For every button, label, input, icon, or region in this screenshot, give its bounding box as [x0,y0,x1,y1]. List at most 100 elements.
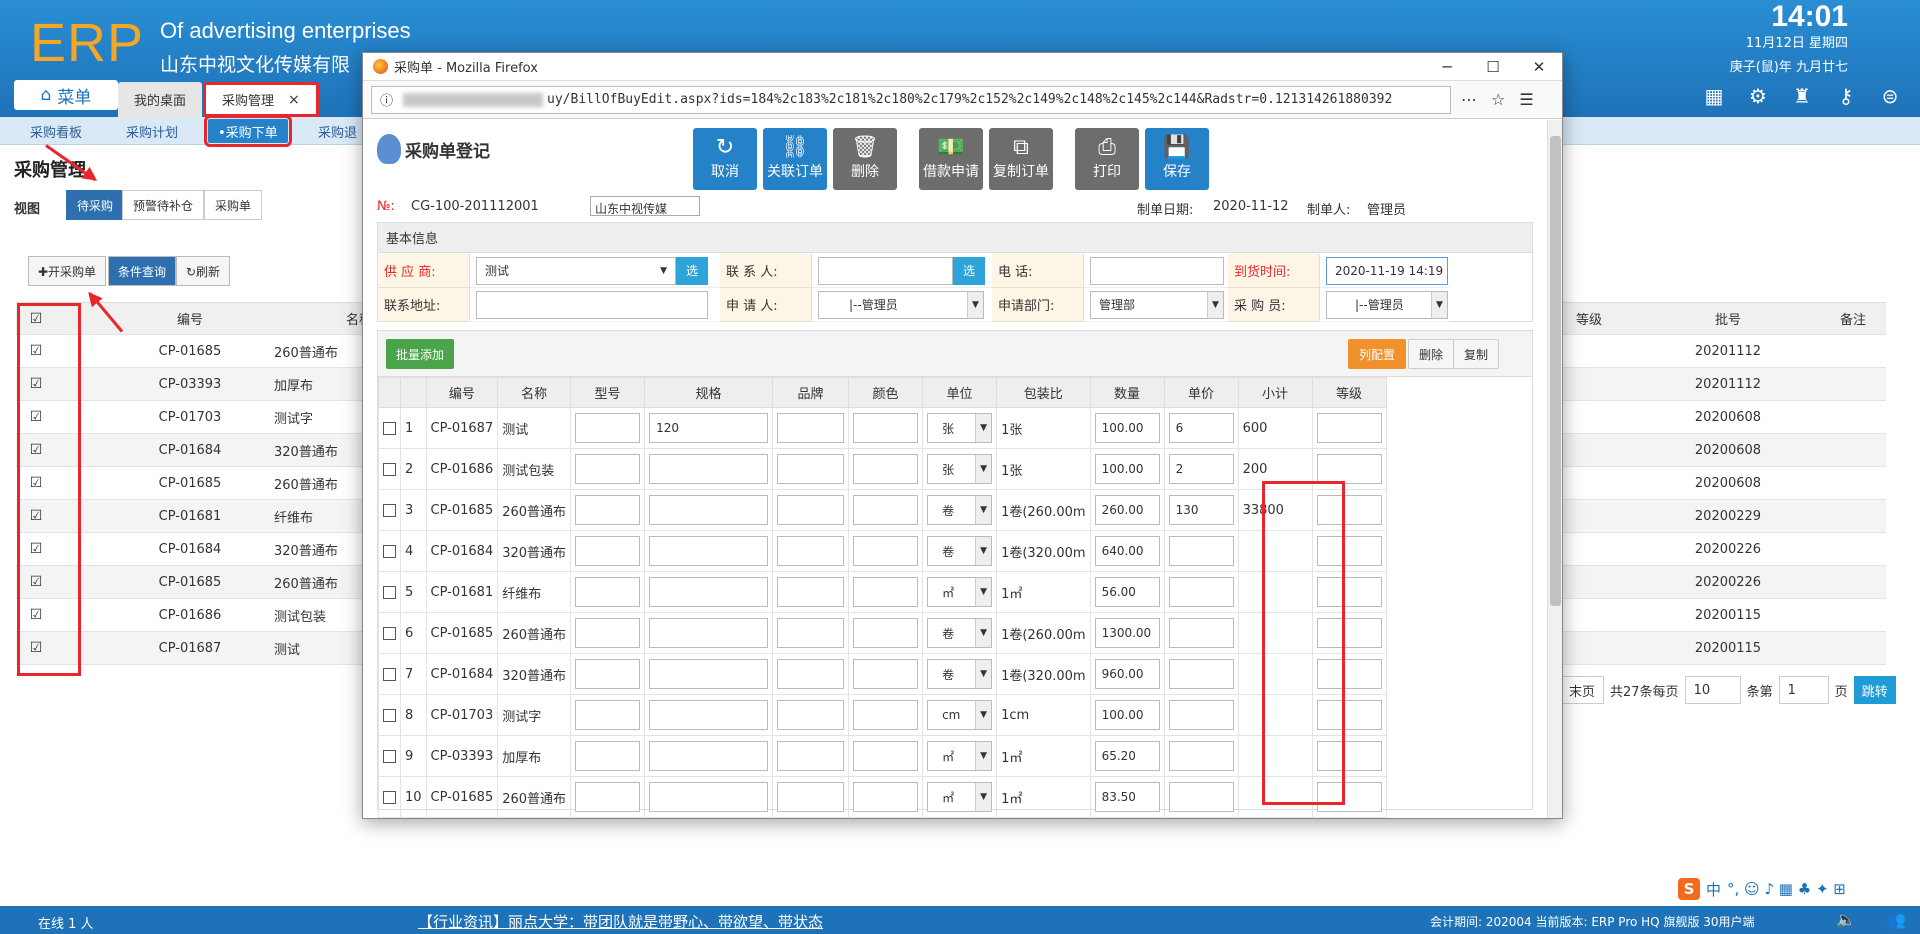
arrival-time-input[interactable]: 2020-11-19 14:19 [1326,256,1448,285]
batch-add-button[interactable]: 批量添加 [386,339,455,369]
spec-input[interactable] [649,618,769,648]
model-input[interactable] [575,782,641,812]
color-input[interactable] [853,659,919,689]
spec-input[interactable] [649,577,769,607]
minimize-icon[interactable]: ─ [1424,53,1470,81]
save-button[interactable]: 💾 保存 [1145,128,1209,190]
scrollbar-thumb[interactable] [1550,136,1561,606]
brand-input[interactable] [777,577,845,607]
model-input[interactable] [575,536,641,566]
qty-input[interactable]: 640.00 [1094,536,1160,566]
brand-input[interactable] [777,659,845,689]
unit-select[interactable]: 卷 ▼ [927,495,993,525]
unit-select[interactable]: 卷 ▼ [927,659,993,689]
brand-input[interactable] [777,413,845,443]
price-input[interactable] [1168,782,1234,812]
brand-input[interactable] [777,618,845,648]
color-input[interactable] [853,618,919,648]
model-input[interactable] [575,700,641,730]
news-link[interactable]: 【行业资讯】丽点大学：带团队就是带野心、带欲望、带状态 [418,911,823,932]
price-input[interactable] [1168,741,1234,771]
unit-select[interactable]: 卷 ▼ [927,618,993,648]
go-button[interactable]: 跳转 [1853,676,1896,704]
column-config-button[interactable]: 列配置 [1348,339,1407,369]
level-input[interactable] [1316,454,1382,484]
delete-line-button[interactable]: 删除 [1408,339,1455,369]
refresh-button[interactable]: ↻刷新 [176,256,231,286]
level-input[interactable] [1316,413,1382,443]
row-checkbox[interactable] [383,585,396,599]
link-order-button[interactable]: ⛓ 关联订单 [763,128,827,190]
applicant-select[interactable]: |--管理员 ▼ [818,290,984,319]
price-input[interactable]: 130 [1168,495,1234,525]
qty-input[interactable]: 100.00 [1094,454,1160,484]
new-purchase-order-button[interactable]: ✚开采购单 [28,256,107,286]
color-input[interactable] [853,782,919,812]
qty-input[interactable]: 65.20 [1094,741,1160,771]
subnav-purchase-return[interactable]: 采购退 [318,122,357,141]
contact-pick-button[interactable]: 选 [953,256,985,285]
row-checkbox[interactable] [383,503,396,517]
gear-icon[interactable]: ⚙ [1746,84,1770,108]
model-input[interactable] [575,495,641,525]
row-checkbox[interactable] [383,749,396,763]
color-input[interactable] [853,495,919,525]
price-input[interactable]: 2 [1168,454,1234,484]
subnav-purchase-plan[interactable]: 采购计划 [126,122,178,141]
spec-input[interactable] [649,454,769,484]
color-input[interactable] [853,700,919,730]
sogou-icon[interactable]: S [1678,878,1700,900]
view-purchase-orders[interactable]: 采购单 [204,190,263,220]
unit-select[interactable]: 张 ▼ [927,413,993,443]
qty-input[interactable]: 56.00 [1094,577,1160,607]
menu-button[interactable]: ⌂ 菜单 [14,80,118,110]
print-button[interactable]: ⎙ 打印 [1075,128,1139,190]
qty-input[interactable]: 260.00 [1094,495,1160,525]
ime-mode[interactable]: 中 [1706,879,1721,900]
price-input[interactable]: 6 [1168,413,1234,443]
buyer-select[interactable]: |--管理员 ▼ [1326,290,1448,319]
per-page-select[interactable]: 10 [1684,676,1741,704]
price-input[interactable] [1168,577,1234,607]
model-input[interactable] [575,659,641,689]
model-input[interactable] [575,413,641,443]
qty-input[interactable]: 100.00 [1094,700,1160,730]
model-input[interactable] [575,454,641,484]
spec-input[interactable] [649,495,769,525]
speaker-icon[interactable]: 🔈 [1836,910,1856,929]
cancel-button[interactable]: ↻ 取消 [693,128,757,190]
brand-input[interactable] [777,536,845,566]
qty-input[interactable]: 83.50 [1094,782,1160,812]
loan-request-button[interactable]: 💵 借款申请 [919,128,983,190]
tab-my-desktop[interactable]: 我的桌面 [118,82,203,117]
row-checkbox[interactable] [383,421,396,435]
contact-input[interactable] [818,256,953,285]
tab-purchase-management[interactable]: 采购管理 × [203,82,319,117]
model-input[interactable] [575,577,641,607]
spec-input[interactable] [649,536,769,566]
row-checkbox[interactable] [383,544,396,558]
copy-order-button[interactable]: ⧉ 复制订单 [989,128,1053,190]
close-icon[interactable]: × [288,92,300,108]
spec-input[interactable]: 120 [649,413,769,443]
page-number-input[interactable]: 1 [1778,676,1829,704]
scrollbar[interactable] [1547,120,1562,818]
subnav-purchase-board[interactable]: 采购看板 [30,122,82,141]
color-input[interactable] [853,577,919,607]
view-pending-purchase[interactable]: 待采购 [66,190,125,220]
more-icon[interactable]: ⋯ [1461,90,1477,109]
condition-query-button[interactable]: 条件查询 [108,256,177,286]
color-input[interactable] [853,741,919,771]
qty-input[interactable]: 960.00 [1094,659,1160,689]
spec-input[interactable] [649,782,769,812]
supplier-input[interactable]: 测试 ▼ [476,256,676,285]
key-icon[interactable]: ⚷ [1834,84,1858,108]
phone-input[interactable] [1090,256,1224,285]
color-input[interactable] [853,536,919,566]
view-warning-restock[interactable]: 预警待补仓 [122,190,205,220]
url-field[interactable]: ⓘ uy/BillOfBuyEdit.aspx?ids=184%2c183%2c… [371,85,1451,114]
address-input[interactable] [476,290,708,319]
price-input[interactable] [1168,618,1234,648]
brand-input[interactable] [777,741,845,771]
price-input[interactable] [1168,659,1234,689]
